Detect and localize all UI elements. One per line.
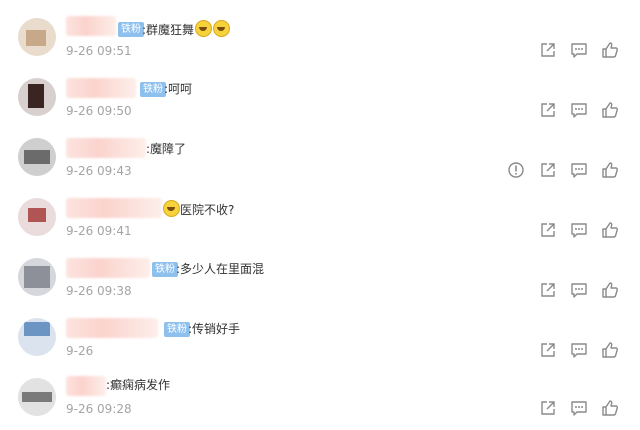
timestamp: 9-26 09:50 bbox=[66, 104, 132, 118]
username[interactable] bbox=[66, 138, 146, 158]
comment-icon[interactable] bbox=[570, 281, 588, 299]
like-icon[interactable] bbox=[601, 281, 619, 299]
timestamp: 9-26 09:28 bbox=[66, 402, 132, 416]
list-item: 铁粉 :群魔狂舞 9-26 09:51 bbox=[0, 10, 640, 70]
timestamp: 9-26 09:41 bbox=[66, 224, 132, 238]
timestamp: 9-26 09:51 bbox=[66, 44, 132, 58]
avatar[interactable] bbox=[18, 198, 56, 236]
comment-icon[interactable] bbox=[570, 41, 588, 59]
fan-badge: 铁粉 bbox=[164, 322, 190, 337]
comment-content: 医院不收? bbox=[180, 203, 235, 217]
share-icon[interactable] bbox=[539, 281, 557, 299]
comment-content: :多少人在里面混 bbox=[176, 262, 265, 276]
comment-icon[interactable] bbox=[570, 399, 588, 417]
comment-text: 医院不收? bbox=[162, 200, 234, 219]
comment-content: :呵呵 bbox=[164, 82, 193, 96]
share-icon[interactable] bbox=[539, 399, 557, 417]
timestamp: 9-26 09:43 bbox=[66, 164, 132, 178]
list-item: 铁粉 :传销好手 9-26 bbox=[0, 310, 640, 370]
comment-text: :群魔狂舞 bbox=[142, 20, 231, 39]
comment-content: :群魔狂舞 bbox=[142, 23, 195, 37]
share-icon[interactable] bbox=[539, 41, 557, 59]
avatar[interactable] bbox=[18, 18, 56, 56]
comment-icon[interactable] bbox=[570, 221, 588, 239]
like-icon[interactable] bbox=[601, 221, 619, 239]
timestamp: 9-26 09:38 bbox=[66, 284, 132, 298]
comment-icon[interactable] bbox=[570, 101, 588, 119]
list-item: 铁粉 :呵呵 9-26 09:50 bbox=[0, 70, 640, 130]
like-icon[interactable] bbox=[601, 161, 619, 179]
username[interactable] bbox=[66, 376, 106, 396]
laugh-emoji-icon bbox=[213, 20, 231, 37]
comment-icon[interactable] bbox=[570, 161, 588, 179]
list-item: :魔障了 9-26 09:43 bbox=[0, 130, 640, 190]
comment-text: :传销好手 bbox=[188, 320, 240, 338]
like-icon[interactable] bbox=[601, 399, 619, 417]
share-icon[interactable] bbox=[539, 161, 557, 179]
comment-text: :多少人在里面混 bbox=[176, 260, 264, 278]
avatar[interactable] bbox=[18, 318, 56, 356]
like-icon[interactable] bbox=[601, 101, 619, 119]
comment-content: :癫痫病发作 bbox=[106, 378, 171, 392]
fan-badge: 铁粉 bbox=[140, 82, 166, 97]
username[interactable] bbox=[66, 198, 162, 218]
fan-badge: 铁粉 bbox=[118, 22, 144, 37]
laugh-emoji-icon bbox=[163, 200, 180, 217]
timestamp: 9-26 bbox=[66, 344, 94, 358]
avatar[interactable] bbox=[18, 138, 56, 176]
comment-text: :魔障了 bbox=[146, 140, 186, 158]
avatar[interactable] bbox=[18, 78, 56, 116]
list-item: :癫痫病发作 9-26 09:28 bbox=[0, 370, 640, 430]
share-icon[interactable] bbox=[539, 101, 557, 119]
comment-icon[interactable] bbox=[570, 341, 588, 359]
username[interactable] bbox=[66, 78, 136, 98]
comment-content: :魔障了 bbox=[146, 142, 187, 156]
laugh-emoji-icon bbox=[195, 20, 213, 37]
share-icon[interactable] bbox=[539, 341, 557, 359]
comment-list: 铁粉 :群魔狂舞 9-26 09:51 铁粉 :呵呵 9-26 09:50:魔… bbox=[0, 0, 640, 430]
username[interactable] bbox=[66, 16, 116, 36]
comment-content: :传销好手 bbox=[188, 322, 241, 336]
username[interactable] bbox=[66, 258, 150, 278]
share-icon[interactable] bbox=[539, 221, 557, 239]
fan-badge: 铁粉 bbox=[152, 262, 178, 277]
list-item: 铁粉 :多少人在里面混 9-26 09:38 bbox=[0, 250, 640, 310]
comment-text: :呵呵 bbox=[164, 80, 192, 98]
avatar[interactable] bbox=[18, 258, 56, 296]
report-icon[interactable] bbox=[507, 161, 525, 179]
like-icon[interactable] bbox=[601, 341, 619, 359]
like-icon[interactable] bbox=[601, 41, 619, 59]
list-item: 医院不收? 9-26 09:41 bbox=[0, 190, 640, 250]
username[interactable] bbox=[66, 318, 158, 338]
avatar[interactable] bbox=[18, 378, 56, 416]
comment-text: :癫痫病发作 bbox=[106, 376, 170, 394]
